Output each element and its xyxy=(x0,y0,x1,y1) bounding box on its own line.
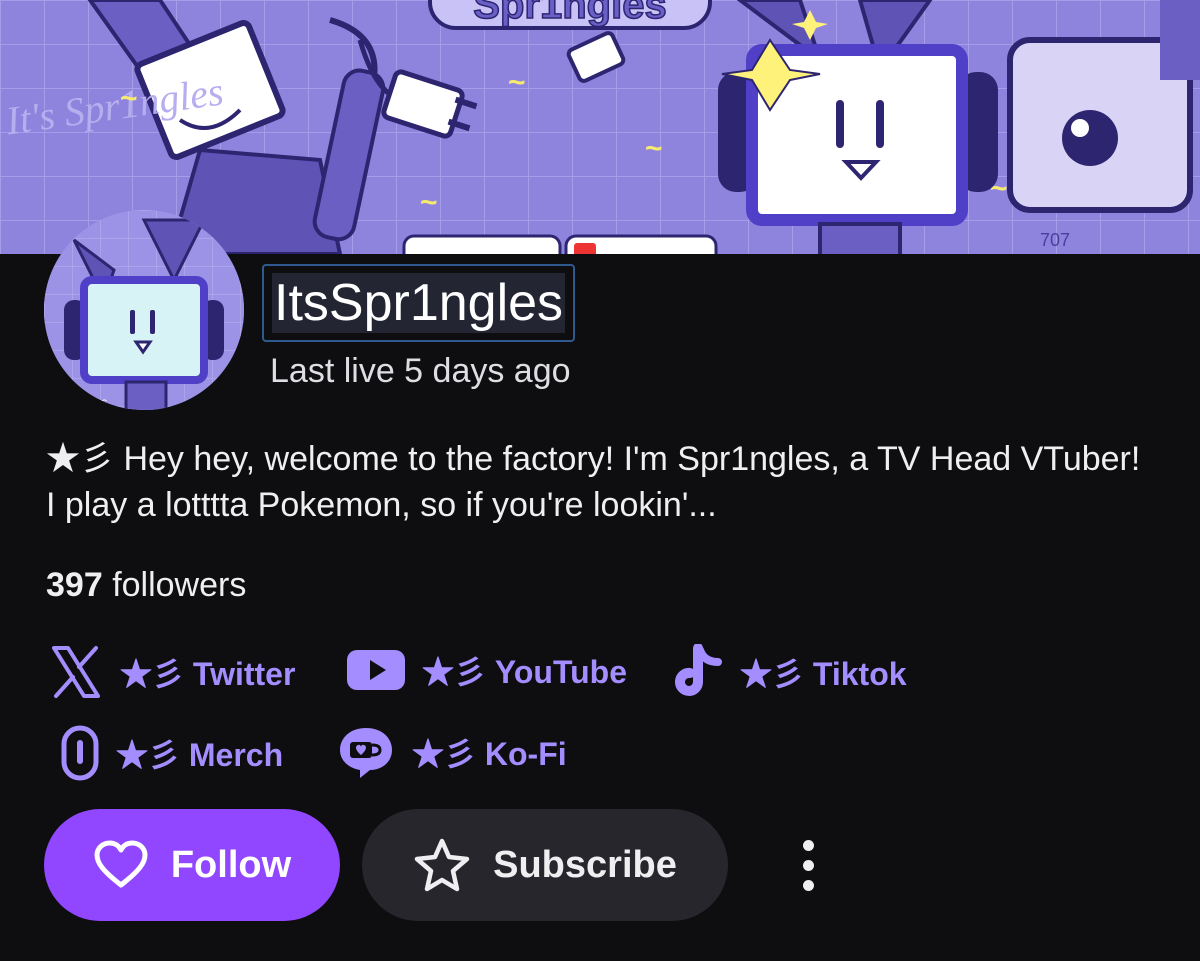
channel-name[interactable]: ItsSpr1ngles xyxy=(272,273,566,333)
kofi-icon xyxy=(340,728,392,778)
more-dot xyxy=(802,859,814,871)
social-link-kofi[interactable]: ★彡 Ko-Fi xyxy=(336,724,567,780)
social-link-twitter[interactable]: ★彡 Twitter xyxy=(48,644,295,700)
svg-text:~: ~ xyxy=(420,186,438,219)
social-link-label: ★彡 Tiktok xyxy=(740,656,907,692)
subscribe-button-label: Subscribe xyxy=(493,843,677,886)
avatar-artwork: les xyxy=(44,210,244,410)
banner-number-text: 707 xyxy=(1040,230,1070,250)
more-dot xyxy=(802,839,814,851)
social-link-label: ★彡 Ko-Fi xyxy=(412,736,567,772)
more-options-button[interactable] xyxy=(786,830,830,900)
social-link-label: ★彡 Merch xyxy=(116,737,284,773)
subscribe-button[interactable]: Subscribe xyxy=(362,809,728,921)
social-link-youtube[interactable]: ★彡 YouTube xyxy=(346,644,627,696)
svg-text:~: ~ xyxy=(508,66,526,99)
avatar[interactable]: les xyxy=(44,210,244,410)
star-icon xyxy=(414,838,470,892)
far-right-character-art: 707 xyxy=(1007,0,1200,250)
avatar-corner-text: les xyxy=(92,395,107,409)
x-icon xyxy=(52,646,100,698)
social-link-label: ★彡 YouTube xyxy=(422,654,628,690)
merch-icon xyxy=(61,725,99,781)
social-link-tiktok[interactable]: ★彡 Tiktok xyxy=(674,644,907,700)
heart-icon xyxy=(94,840,148,888)
social-link-merch[interactable]: ★彡 Merch xyxy=(60,724,283,782)
channel-bio: ★彡 Hey hey, welcome to the factory! I'm … xyxy=(46,440,1141,524)
follow-button-label: Follow xyxy=(170,843,292,886)
youtube-icon xyxy=(347,650,405,690)
last-live-status: Last live 5 days ago xyxy=(270,352,571,390)
social-link-label: ★彡 Twitter xyxy=(120,656,296,692)
banner-logo-text: Spr1ngles xyxy=(473,0,666,27)
channel-name-box[interactable]: ItsSpr1ngles xyxy=(262,264,576,342)
svg-text:~: ~ xyxy=(645,132,663,165)
follower-count-label: followers xyxy=(112,566,247,604)
more-dot xyxy=(802,879,814,891)
follow-button[interactable]: Follow xyxy=(44,809,340,921)
svg-text:~: ~ xyxy=(120,82,138,115)
follower-count: 397 followers xyxy=(46,566,246,605)
tiktok-icon xyxy=(675,644,722,696)
follower-count-number: 397 xyxy=(46,566,103,604)
